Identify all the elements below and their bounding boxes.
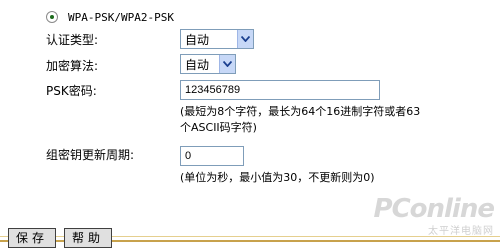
psk-note-line1: (最短为8个字符，最长为64个16进制字符或者63 [180, 105, 421, 118]
psk-note: (最短为8个字符，最长为64个16进制字符或者63 个ASCII码字符) [180, 104, 420, 136]
chevron-down-icon[interactable] [219, 55, 235, 73]
psk-note-line2: 个ASCII码字符) [180, 121, 257, 134]
chevron-down-icon[interactable] [237, 30, 253, 48]
auth-type-value: 自动 [185, 32, 210, 47]
security-option-row[interactable]: WPA-PSK/WPA2-PSK [46, 9, 174, 25]
wpa-psk-radio[interactable] [46, 11, 58, 23]
encryption-select[interactable]: 自动 [180, 54, 236, 74]
encryption-value: 自动 [185, 57, 210, 72]
psk-label: PSK密码: [46, 84, 97, 98]
encryption-label: 加密算法: [46, 59, 99, 73]
psk-password-input[interactable] [180, 80, 380, 100]
watermark-subtitle: 太平洋电脑网 [428, 226, 494, 237]
save-button[interactable]: 保存 [8, 228, 57, 248]
auth-type-label: 认证类型: [46, 33, 99, 47]
wpa-psk-radio-label: WPA-PSK/WPA2-PSK [68, 10, 174, 24]
watermark-logo: PConline [373, 194, 495, 224]
rekey-label: 组密钥更新周期: [46, 148, 135, 162]
help-button[interactable]: 帮助 [64, 228, 113, 248]
pconline-watermark: PConline 太平洋电脑网 [373, 194, 495, 237]
rekey-note: (单位为秒，最小值为30，不更新则为0) [180, 171, 375, 184]
rekey-interval-input[interactable] [180, 146, 244, 166]
auth-type-select[interactable]: 自动 [180, 29, 254, 49]
